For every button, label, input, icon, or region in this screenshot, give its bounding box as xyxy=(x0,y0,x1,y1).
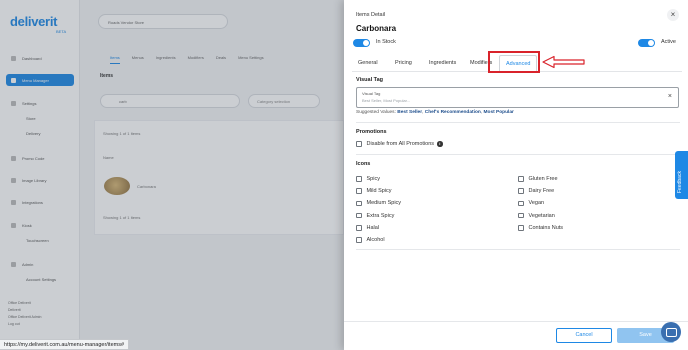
info-icon[interactable]: i xyxy=(437,141,443,147)
icon-option-label: Vegetarian xyxy=(528,212,555,219)
icon-option-row[interactable]: Halal xyxy=(356,225,379,231)
icon-option-checkbox[interactable] xyxy=(518,176,524,182)
icon-option-checkbox[interactable] xyxy=(518,225,524,231)
suggested-best-seller[interactable]: Best Seller xyxy=(397,110,422,115)
icon-option-checkbox[interactable] xyxy=(518,188,524,194)
icon-option-row[interactable]: Alcohol xyxy=(356,237,385,243)
icon-option-row[interactable]: Vegetarian xyxy=(518,213,555,219)
in-stock-toggle[interactable] xyxy=(353,39,370,47)
annotation-highlight-box xyxy=(488,51,540,73)
feedback-tab[interactable]: Feedback xyxy=(675,151,688,199)
suggested-chefs-recommendation[interactable]: Chef's Recommendation xyxy=(425,110,481,115)
icon-option-checkbox[interactable] xyxy=(356,225,362,231)
footer-divider xyxy=(344,321,688,322)
icons-heading: Icons xyxy=(356,161,371,167)
suggested-values: Suggested Values: Best Seller, Chef's Re… xyxy=(356,110,514,115)
icon-option-row[interactable]: Contains Nuts xyxy=(518,225,563,231)
icon-option-label: Spicy xyxy=(366,176,380,182)
icon-option-checkbox[interactable] xyxy=(356,200,362,207)
chat-icon[interactable] xyxy=(661,322,681,342)
divider xyxy=(356,249,680,250)
close-button[interactable]: × xyxy=(667,9,679,21)
promotions-heading: Promotions xyxy=(356,129,387,135)
icon-option-row[interactable]: Spicy xyxy=(356,176,380,182)
visual-tag-heading: Visual Tag xyxy=(356,77,384,83)
icon-option-row[interactable]: Gluten Free xyxy=(518,176,558,182)
arrow-left-icon xyxy=(542,55,585,69)
icon-option-row[interactable]: Medium Spicy xyxy=(356,200,401,206)
icon-option-label: Extra Spicy xyxy=(366,212,395,219)
icon-option-label: Alcohol xyxy=(366,237,385,243)
icon-option-row[interactable]: Dairy Free xyxy=(518,188,554,194)
icon-option-checkbox[interactable] xyxy=(518,200,524,207)
feedback-label: Feedback xyxy=(677,171,683,193)
icon-option-label: Vegan xyxy=(528,200,545,207)
disable-promotions-checkbox[interactable] xyxy=(356,141,362,147)
tab-pricing[interactable]: Pricing xyxy=(389,55,418,72)
visual-tag-placeholder: Best Seller, Most Popular... xyxy=(362,98,411,103)
tab-ingredients[interactable]: Ingredients xyxy=(423,55,462,72)
disable-promotions-row[interactable]: Disable from All Promotions i xyxy=(356,141,443,147)
icon-option-checkbox[interactable] xyxy=(356,188,362,194)
icon-option-label: Dairy Free xyxy=(528,188,555,195)
icon-option-row[interactable]: Vegan xyxy=(518,200,544,206)
icon-option-row[interactable]: Mild Spicy xyxy=(356,188,392,194)
icon-option-label: Medium Spicy xyxy=(366,200,402,207)
suggested-most-popular[interactable]: Most Popular xyxy=(484,110,514,115)
icon-option-label: Mild Spicy xyxy=(366,188,392,195)
cancel-button[interactable]: Cancel xyxy=(556,328,612,343)
drawer-title: Items Detail xyxy=(356,12,386,18)
divider xyxy=(356,122,680,123)
active-toggle[interactable] xyxy=(638,39,655,47)
close-icon: × xyxy=(670,10,676,19)
visual-tag-field[interactable]: Visual Tag Best Seller, Most Popular... … xyxy=(356,87,679,108)
icon-option-checkbox[interactable] xyxy=(356,212,362,219)
disable-promotions-label: Disable from All Promotions xyxy=(366,141,435,147)
visual-tag-field-label: Visual Tag xyxy=(362,91,381,96)
item-name: Carbonara xyxy=(356,24,397,33)
active-label: Active xyxy=(661,39,676,45)
icon-option-row[interactable]: Extra Spicy xyxy=(356,213,394,219)
icon-option-label: Halal xyxy=(366,224,380,231)
divider xyxy=(356,154,680,155)
clear-icon[interactable]: × xyxy=(668,93,672,100)
icon-option-label: Contains Nuts xyxy=(528,224,564,231)
status-url: https://my.deliverit.com.au/menu-manager… xyxy=(0,339,130,350)
tab-general[interactable]: General xyxy=(352,55,384,72)
icon-option-label: Gluten Free xyxy=(528,176,558,182)
icon-option-checkbox[interactable] xyxy=(356,176,362,182)
icon-option-checkbox[interactable] xyxy=(518,212,524,219)
icon-option-checkbox[interactable] xyxy=(356,237,362,243)
in-stock-label: In Stock xyxy=(376,39,396,45)
suggested-prefix: Suggested Values: xyxy=(356,110,396,115)
